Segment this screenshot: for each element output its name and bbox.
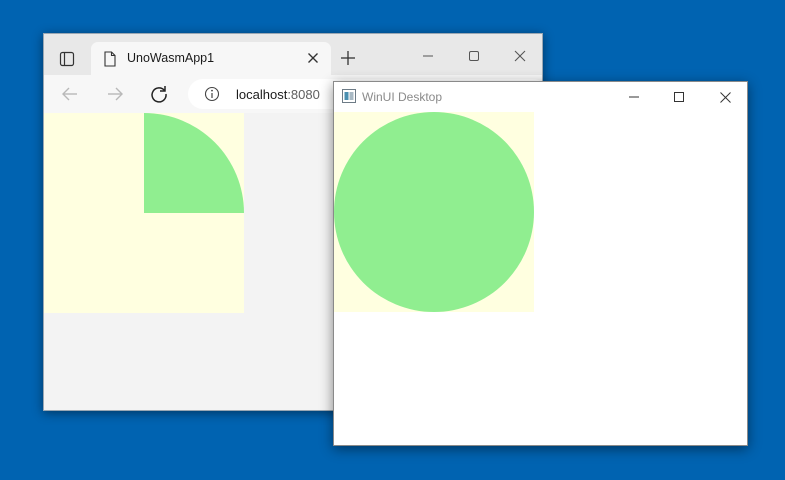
maximize-icon [674,92,684,102]
url-text: localhost:8080 [236,87,320,102]
yellow-square [334,112,534,312]
tab-actions-icon [59,51,75,67]
back-arrow-icon[interactable] [60,84,80,104]
forward-arrow-icon[interactable] [105,84,125,104]
minimize-button[interactable] [624,88,644,106]
maximize-icon [469,51,479,61]
close-button[interactable] [508,46,532,66]
yellow-square [44,113,244,313]
minimize-icon [629,96,639,98]
maximize-button[interactable] [462,46,486,66]
app-icon [342,89,356,103]
page-icon [104,51,116,67]
new-tab-icon[interactable] [340,50,356,66]
close-button[interactable] [715,88,735,106]
green-quarter-circle [144,113,244,213]
close-tab-icon[interactable] [307,52,319,64]
green-circle [334,112,534,312]
url-port: :8080 [287,87,320,102]
close-icon [719,91,731,103]
tab-actions-button[interactable] [54,46,80,72]
minimize-icon [423,55,433,57]
tab-strip: UnoWasmApp1 [44,34,542,75]
info-icon[interactable] [204,86,220,102]
refresh-icon[interactable] [149,84,169,104]
window-content [334,112,747,445]
url-host: localhost [236,87,288,102]
title-bar: WinUI Desktop [334,82,747,112]
winui-window: WinUI Desktop [333,81,748,446]
maximize-button[interactable] [669,88,689,106]
tab-unowasmapp1[interactable]: UnoWasmApp1 [91,42,331,75]
window-title: WinUI Desktop [362,90,443,104]
close-icon [514,50,526,62]
minimize-button[interactable] [416,46,440,66]
tab-title: UnoWasmApp1 [127,51,215,65]
